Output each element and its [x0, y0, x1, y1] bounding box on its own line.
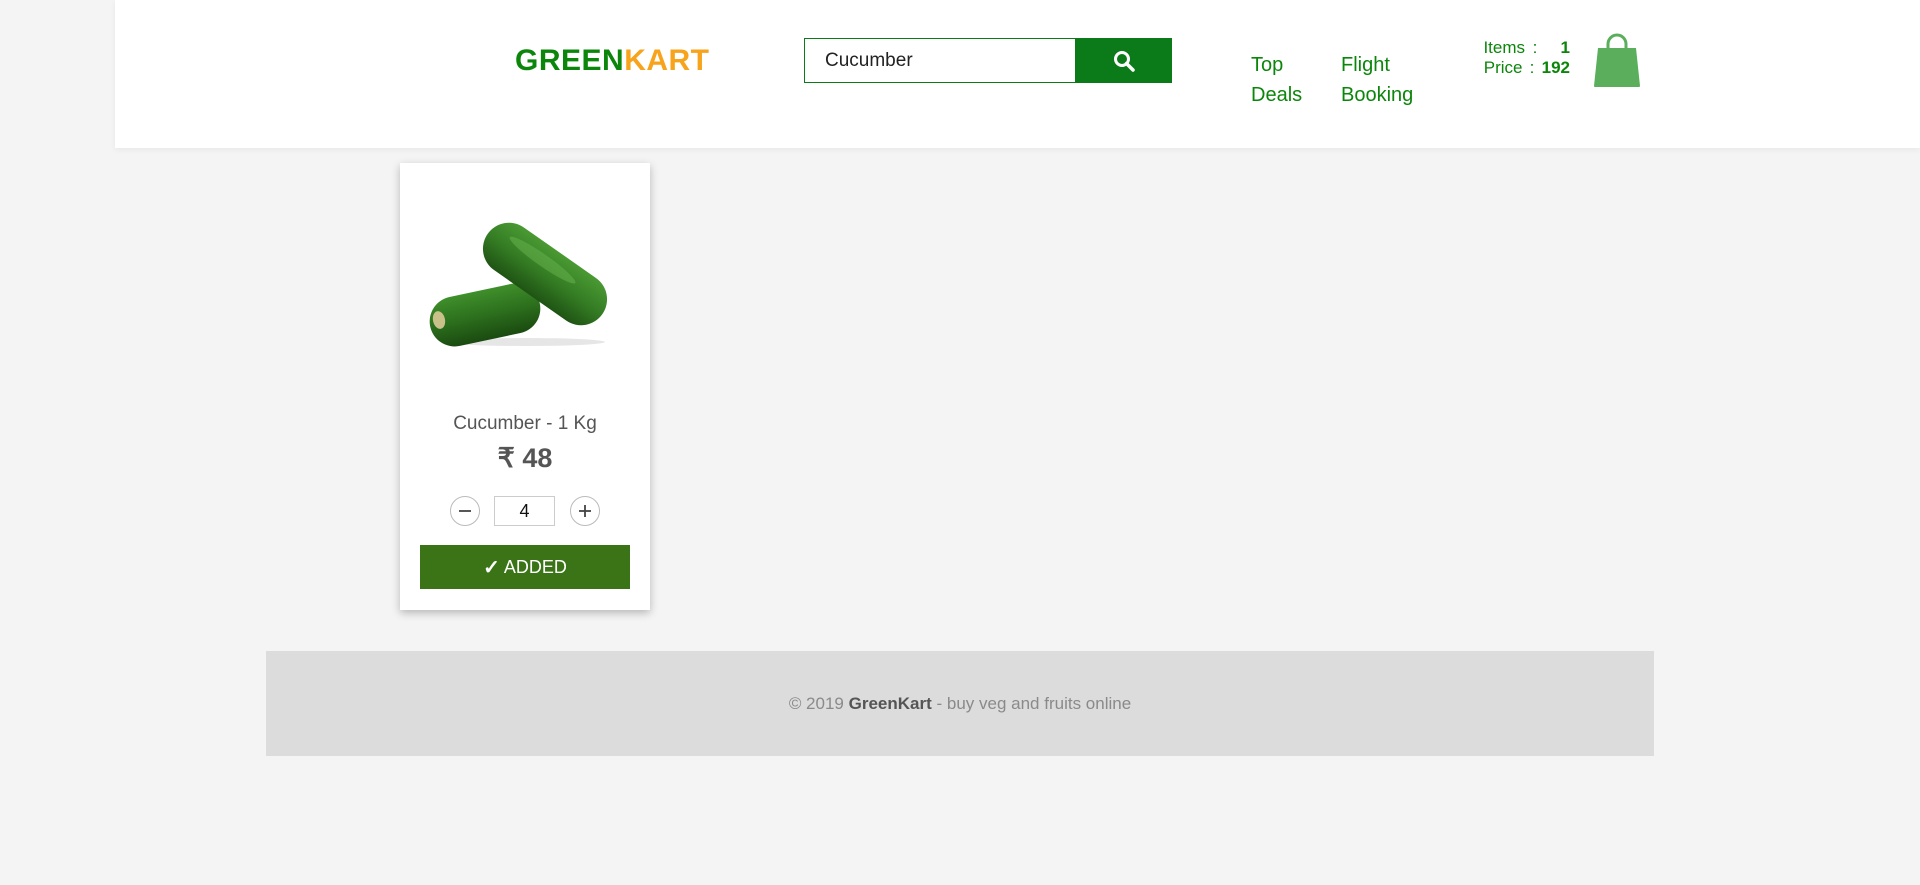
- shopping-bag-icon: [1594, 33, 1640, 87]
- footer: © 2019 GreenKart - buy veg and fruits on…: [266, 651, 1654, 756]
- cart-summary: Items : 1 Price : 192: [1465, 38, 1570, 78]
- header: GREENKART Top Deals Flight Booking Items…: [115, 0, 1920, 148]
- search-icon: [1113, 50, 1135, 72]
- cart-items-separator: :: [1532, 38, 1538, 57]
- footer-brand: GreenKart: [848, 693, 932, 713]
- search-button[interactable]: [1075, 38, 1172, 83]
- nav-flight-booking-line1: Flight: [1341, 54, 1390, 76]
- greenkart-logo[interactable]: GREENKART: [515, 44, 710, 78]
- nav-flight-booking-link[interactable]: Flight Booking: [1341, 50, 1451, 110]
- nav-top-deals-line1: Top: [1251, 54, 1284, 76]
- cart-items-count: 1: [1560, 38, 1570, 57]
- quantity-increment-button[interactable]: [570, 496, 600, 526]
- product-card: Cucumber - 1 Kg ₹ 48 ✓ ADDED: [400, 163, 650, 610]
- cart-price-row: Price : 192: [1465, 58, 1570, 78]
- check-icon: ✓: [483, 556, 500, 579]
- logo-green-text: GREEN: [515, 44, 625, 77]
- cart-price-label: Price: [1483, 58, 1523, 77]
- cart-items-label: Items: [1483, 38, 1525, 57]
- cart-price-value: 192: [1541, 58, 1570, 77]
- product-name: Cucumber - 1 Kg: [453, 413, 597, 434]
- cart-price-separator: :: [1529, 58, 1535, 77]
- nav-flight-booking-line2: Booking: [1341, 84, 1414, 106]
- quantity-input[interactable]: [494, 496, 555, 526]
- add-to-cart-label: ADDED: [503, 556, 567, 577]
- add-to-cart-button[interactable]: ✓ ADDED: [420, 545, 630, 589]
- search-input[interactable]: [804, 38, 1076, 83]
- plus-icon: [579, 505, 591, 517]
- quantity-decrement-button[interactable]: [450, 496, 480, 526]
- cucumber-product-image: [429, 222, 608, 347]
- cart-button[interactable]: [1593, 33, 1641, 88]
- nav-top-deals-link[interactable]: Top Deals: [1251, 50, 1331, 110]
- minus-icon: [459, 510, 471, 512]
- cart-items-row: Items : 1: [1465, 38, 1570, 58]
- nav-top-deals-line2: Deals: [1251, 84, 1303, 106]
- footer-copyright: © 2019: [788, 693, 844, 713]
- logo-kart-text: KART: [624, 44, 710, 77]
- footer-tagline: - buy veg and fruits online: [936, 693, 1132, 713]
- product-price: ₹ 48: [497, 443, 553, 473]
